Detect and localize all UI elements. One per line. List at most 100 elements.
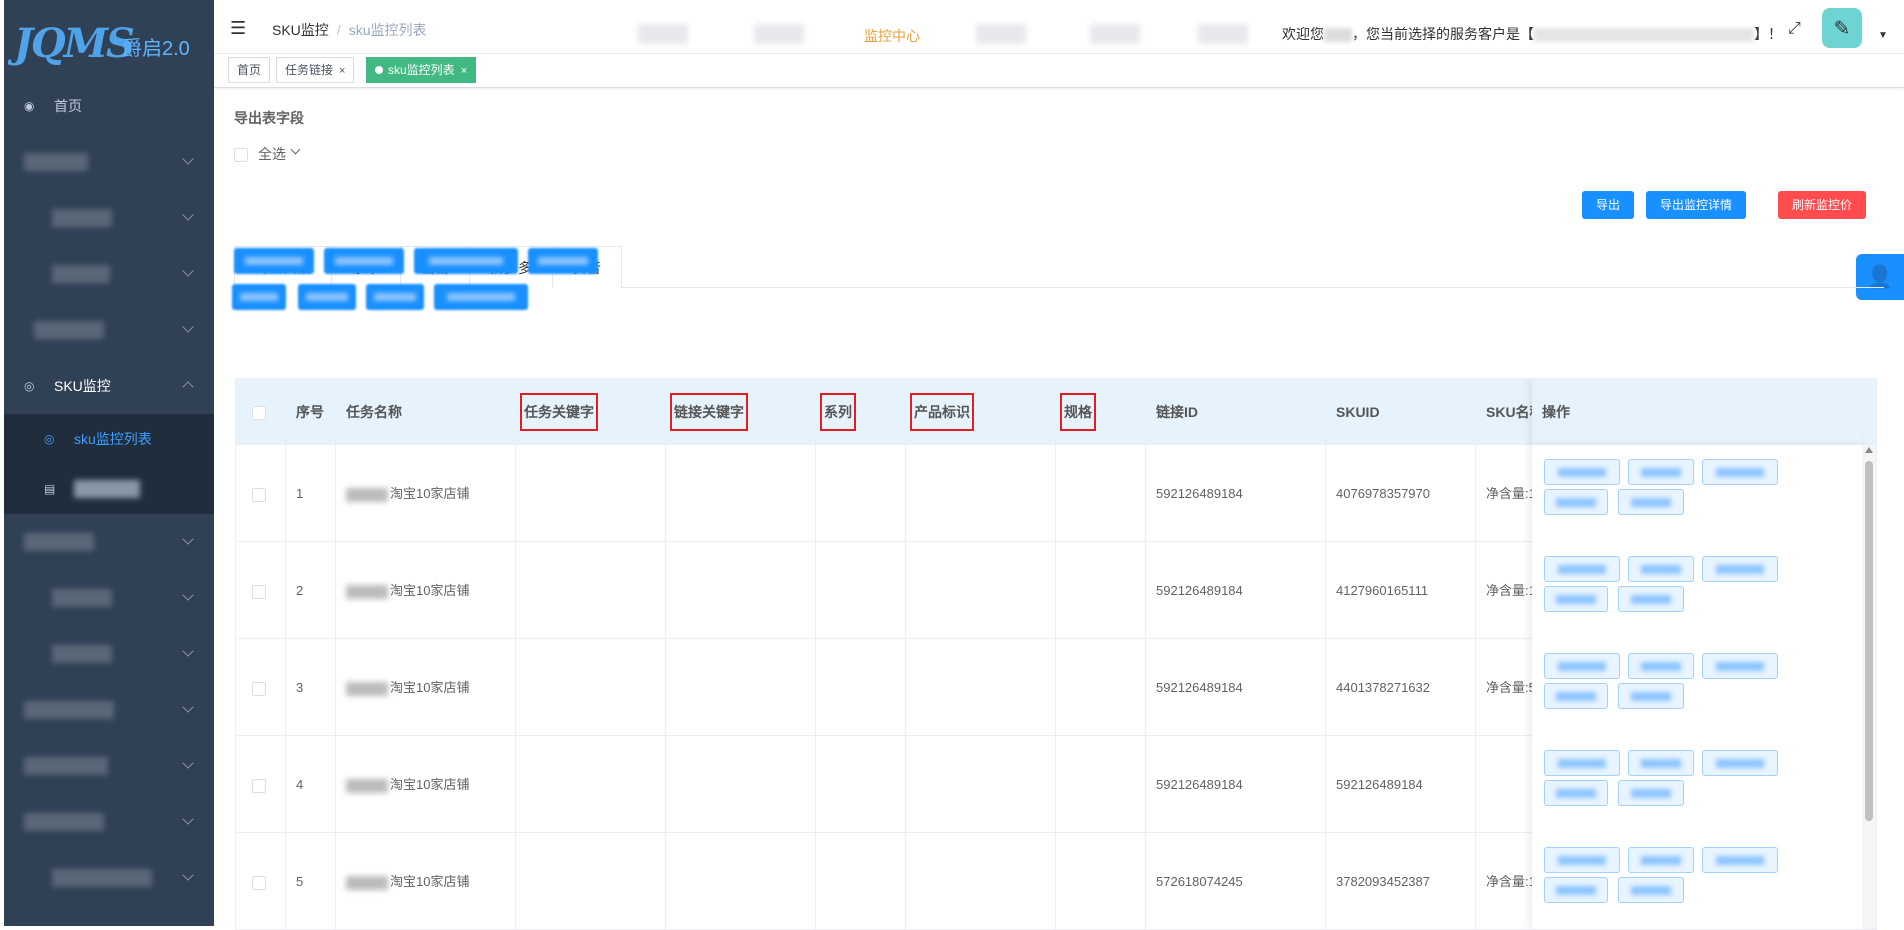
nav-link-redacted[interactable] (1090, 24, 1140, 44)
op-button-redacted[interactable] (1628, 653, 1694, 679)
nav-link-redacted[interactable] (976, 24, 1026, 44)
task-name-text: 淘宝10家店铺 (390, 777, 470, 792)
op-button-redacted[interactable] (1544, 489, 1608, 515)
op-button-redacted[interactable] (1544, 683, 1608, 709)
op-button-redacted[interactable] (1618, 877, 1684, 903)
fullscreen-icon[interactable]: ⤢ (1788, 20, 1801, 38)
top-navbar: ☰ SKU监控 / sku监控列表 监控中心 欢迎您 ，您当前选择的服务客户是【】！ … (214, 0, 1904, 54)
nav-link-monitor-center[interactable]: 监控中心 (864, 26, 920, 46)
nav-link-redacted[interactable] (638, 24, 688, 44)
filter-button-redacted[interactable] (324, 248, 404, 274)
op-button-redacted[interactable] (1544, 780, 1608, 806)
filter-button-redacted[interactable] (414, 248, 518, 274)
row-select[interactable] (236, 736, 286, 833)
op-button-redacted[interactable] (1544, 847, 1620, 873)
tag-home[interactable]: 首页 (228, 57, 271, 83)
checkbox-icon[interactable] (252, 406, 266, 421)
checkbox-icon[interactable] (234, 148, 248, 163)
chevron-down-icon[interactable] (290, 144, 301, 155)
redacted-customer (1534, 28, 1754, 43)
hamburger-icon[interactable]: ☰ (230, 18, 246, 39)
op-button-redacted[interactable] (1544, 556, 1620, 582)
checkbox-icon[interactable] (252, 487, 266, 502)
close-icon[interactable]: × (339, 65, 345, 77)
nav-link-redacted[interactable] (754, 24, 804, 44)
sidebar-item-redacted[interactable]: ▤ (4, 464, 214, 514)
op-button-redacted[interactable] (1702, 847, 1778, 873)
sidebar-item-redacted[interactable] (4, 302, 214, 358)
op-button-redacted[interactable] (1628, 847, 1694, 873)
op-button-redacted[interactable] (1618, 586, 1684, 612)
header-select-all[interactable] (236, 379, 286, 445)
logo-name: 爵启2.0 (122, 38, 190, 60)
sidebar-item-redacted[interactable] (4, 134, 214, 190)
sidebar-item-home[interactable]: ◉ 首页 (4, 78, 214, 134)
op-button-redacted[interactable] (1702, 750, 1778, 776)
redacted-label (24, 533, 94, 551)
op-button-redacted[interactable] (1702, 653, 1778, 679)
redacted-label (34, 321, 104, 339)
row-select[interactable] (236, 639, 286, 736)
cell-no: 1 (286, 445, 336, 542)
sidebar-item-redacted[interactable] (4, 794, 214, 850)
sidebar-item-sku[interactable]: ◎ SKU监控 (4, 358, 214, 414)
op-button-redacted[interactable] (1544, 653, 1620, 679)
sidebar-item-redacted[interactable] (4, 738, 214, 794)
scroll-up-icon[interactable] (1865, 447, 1873, 453)
checkbox-icon[interactable] (252, 584, 266, 599)
op-button-redacted[interactable] (1544, 750, 1620, 776)
filter-button-redacted[interactable] (528, 248, 598, 274)
breadcrumb-item[interactable]: SKU监控 (272, 22, 329, 38)
sidebar-item-redacted[interactable] (4, 190, 214, 246)
row-select[interactable] (236, 542, 286, 639)
sidebar-item-redacted[interactable] (4, 626, 214, 682)
cell-link-id: 592126489184 (1146, 542, 1326, 639)
filter-button-redacted[interactable] (232, 284, 286, 310)
sidebar-item-redacted[interactable] (4, 514, 214, 570)
select-all-checkbox[interactable]: 全选 (234, 144, 301, 164)
cell-empty (516, 639, 666, 736)
cell-empty (516, 542, 666, 639)
sidebar-item-redacted[interactable] (4, 682, 214, 738)
op-button-redacted[interactable] (1702, 459, 1778, 485)
refresh-price-button[interactable]: 刷新监控价 (1778, 191, 1867, 219)
cell-skuid: 4127960165111 (1326, 542, 1476, 639)
row-select[interactable] (236, 833, 286, 929)
tag-sku-list[interactable]: sku监控列表 × (366, 57, 477, 83)
sidebar-item-redacted[interactable] (4, 570, 214, 626)
avatar[interactable]: ✎ (1822, 8, 1862, 48)
op-button-redacted[interactable] (1628, 459, 1694, 485)
op-button-redacted[interactable] (1618, 683, 1684, 709)
op-button-redacted[interactable] (1628, 556, 1694, 582)
filter-button-redacted[interactable] (234, 248, 314, 274)
op-button-redacted[interactable] (1544, 877, 1608, 903)
scroll-thumb[interactable] (1865, 461, 1873, 821)
op-button-redacted[interactable] (1628, 750, 1694, 776)
close-icon[interactable]: × (461, 65, 467, 77)
checkbox-icon[interactable] (252, 875, 266, 890)
op-button-redacted[interactable] (1618, 489, 1684, 515)
nav-link-redacted[interactable] (1198, 24, 1248, 44)
export-button[interactable]: 导出 (1582, 191, 1635, 219)
checkbox-icon[interactable] (252, 778, 266, 793)
chevron-down-icon (182, 209, 194, 221)
op-button-redacted[interactable] (1702, 556, 1778, 582)
filter-button-redacted[interactable] (434, 284, 528, 310)
op-button-redacted[interactable] (1544, 459, 1620, 485)
cell-link-id: 572618074245 (1146, 833, 1326, 929)
sidebar-item-redacted[interactable] (4, 246, 214, 302)
chevron-down-icon (182, 701, 194, 713)
sidebar-item-redacted[interactable] (4, 850, 214, 906)
filter-button-redacted[interactable] (366, 284, 424, 310)
op-button-redacted[interactable] (1618, 780, 1684, 806)
table-scrollbar[interactable] (1862, 445, 1876, 929)
export-detail-button[interactable]: 导出监控详情 (1646, 191, 1747, 219)
caret-down-icon[interactable]: ▼ (1878, 30, 1888, 41)
row-select[interactable] (236, 445, 286, 542)
filter-button-redacted[interactable] (298, 284, 356, 310)
redacted-label (24, 813, 104, 831)
checkbox-icon[interactable] (252, 681, 266, 696)
op-button-redacted[interactable] (1544, 586, 1608, 612)
tag-task-link[interactable]: 任务链接 × (276, 57, 355, 83)
sidebar-item-sku-list[interactable]: ◎ sku监控列表 (4, 414, 214, 464)
